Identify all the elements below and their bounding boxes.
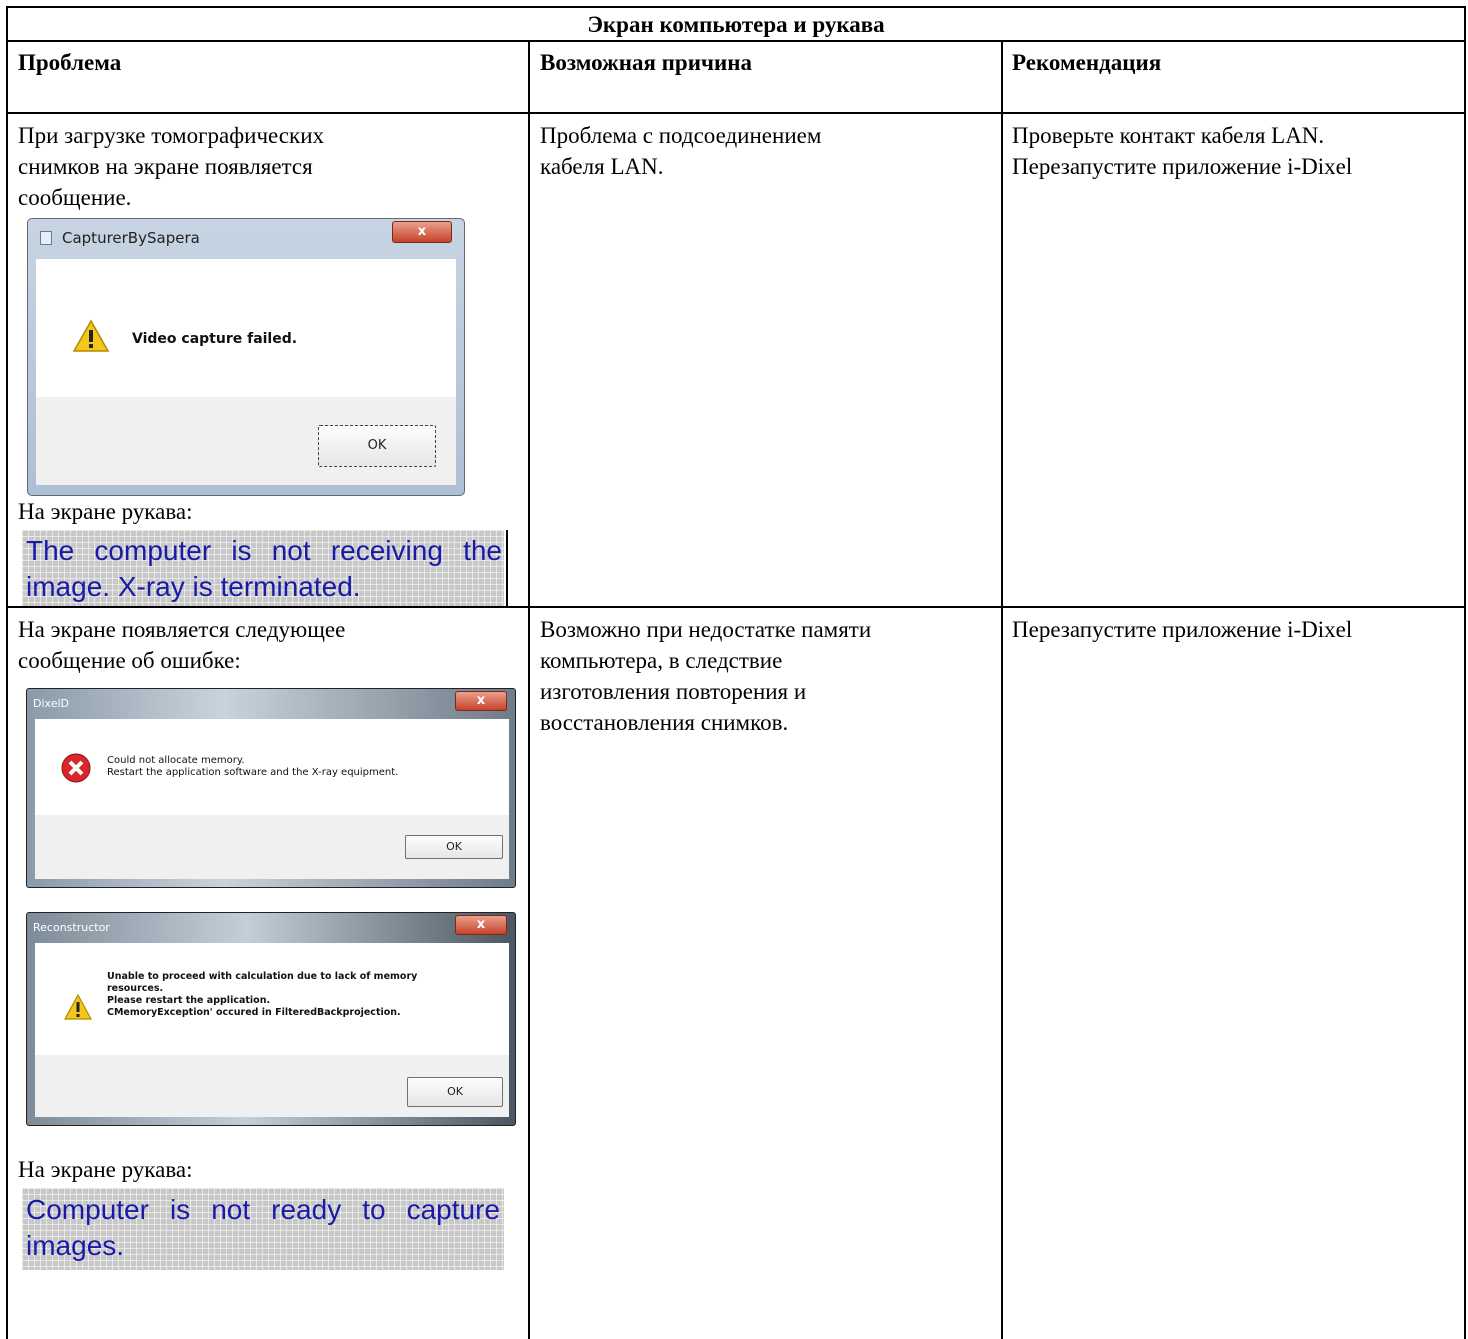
text-line: восстановления снимков. (540, 710, 789, 735)
ok-button[interactable]: OK (407, 1077, 503, 1107)
row1-sleeve-screen: The computer is not receiving the image.… (22, 530, 504, 606)
message-line: Please restart the application. (107, 995, 271, 1006)
dixeld-dialog: DixelD x Could not allocate memory. Rest… (26, 688, 516, 888)
ok-button[interactable]: OK (318, 425, 436, 467)
reconstructor-dialog: Reconstructor x Unable to proceed with c… (26, 912, 516, 1126)
sleeve-line: images. (26, 1230, 125, 1261)
close-button[interactable]: x (392, 221, 452, 243)
column-divider-2 (1001, 40, 1003, 1339)
row1-problem-text: При загрузке томографических снимков на … (18, 120, 324, 213)
text-line: сообщение об ошибке: (18, 648, 241, 673)
message-line: Unable to proceed with calculation due t… (107, 971, 418, 982)
error-icon (61, 753, 91, 783)
dialog-message: Could not allocate memory. Restart the a… (107, 755, 398, 779)
text-line: кабеля LAN. (540, 154, 664, 179)
title-divider (8, 40, 1464, 42)
text-line: Перезапустите приложение i-Dixel (1012, 617, 1353, 642)
header-cause: Возможная причина (540, 50, 752, 75)
text-line: компьютера, в следствие (540, 648, 783, 673)
warning-icon (63, 993, 93, 1020)
ok-button[interactable]: OK (405, 835, 503, 859)
text-line: На экране появляется следующее (18, 617, 346, 642)
text-line: снимков на экране появляется (18, 154, 313, 179)
capturer-dialog: CapturerBySapera x Video capture failed.… (27, 218, 465, 496)
text-line: При загрузке томографических (18, 123, 324, 148)
row1-recommendation-text: Проверьте контакт кабеля LAN. Перезапуст… (1012, 120, 1352, 182)
header-divider (8, 112, 1464, 114)
message-line: Restart the application software and the… (107, 767, 399, 778)
warning-icon (72, 319, 110, 352)
text-line: Возможно при недостатке памяти (540, 617, 872, 642)
row2-sleeve-screen: Computer is not ready to capture images. (22, 1188, 504, 1270)
troubleshooting-table: Экран компьютера и рукава Проблема Возмо… (6, 6, 1466, 1339)
header-recommendation: Рекомендация (1012, 50, 1162, 75)
dialog-title: CapturerBySapera (62, 229, 200, 247)
dialog-title: Reconstructor (33, 921, 110, 934)
text-line: Проблема с подсоединением (540, 123, 822, 148)
text-line: сообщение. (18, 185, 132, 210)
sleeve-border (506, 530, 508, 606)
app-icon (40, 231, 52, 245)
column-divider-1 (528, 40, 530, 1339)
row2-cause-text: Возможно при недостатке памяти компьютер… (540, 614, 871, 738)
close-button[interactable]: x (455, 691, 507, 711)
text-line: Проверьте контакт кабеля LAN. (1012, 123, 1325, 148)
row-divider (8, 606, 1464, 608)
sleeve-line: The computer is not receiving the (26, 535, 502, 566)
header-problem: Проблема (18, 50, 122, 75)
table-title: Экран компьютера и рукава (587, 12, 885, 37)
row1-cause-text: Проблема с подсоединением кабеля LAN. (540, 120, 821, 182)
close-button[interactable]: x (455, 915, 507, 935)
row2-sleeve-caption: На экране рукава: (18, 1157, 193, 1182)
row2-recommendation-text: Перезапустите приложение i-Dixel (1012, 614, 1352, 645)
message-line: Could not allocate memory. (107, 755, 245, 766)
message-line: CMemoryException' occured in FilteredBac… (107, 1007, 401, 1018)
text-line: изготовления повторения и (540, 679, 807, 704)
sleeve-line: image. X-ray is terminated. (26, 571, 361, 602)
dialog-message: Video capture failed. (132, 331, 298, 347)
message-line: resources. (107, 983, 164, 994)
row1-sleeve-caption: На экране рукава: (18, 499, 193, 524)
dialog-title: DixelD (33, 697, 69, 710)
text-line: Перезапустите приложение i-Dixel (1012, 154, 1353, 179)
row2-problem-text: На экране появляется следующее сообщение… (18, 614, 345, 676)
dialog-message: Unable to proceed with calculation due t… (107, 971, 417, 1019)
sleeve-line: Computer is not ready to capture (26, 1194, 500, 1225)
